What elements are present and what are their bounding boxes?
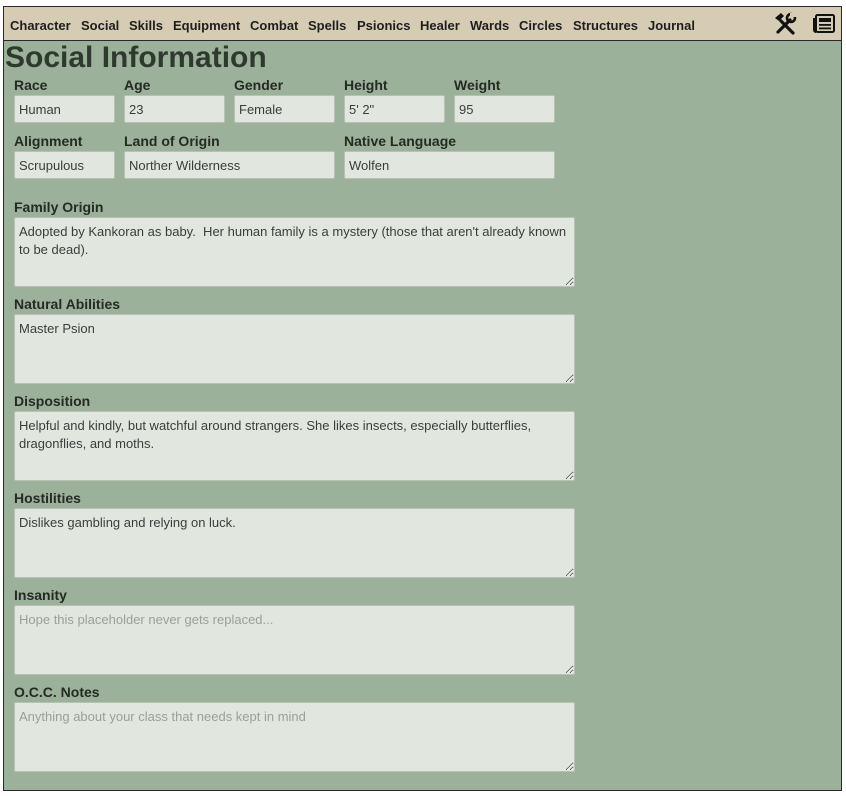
land-of-origin-label: Land of Origin [124,133,220,149]
nav-character[interactable]: Character [10,18,71,33]
native-language-input[interactable] [344,151,555,179]
weight-input[interactable] [454,95,555,123]
natural-abilities-textarea[interactable]: Master Psion [14,314,575,384]
nav-wards[interactable]: Wards [470,18,509,33]
nav-journal[interactable]: Journal [648,18,695,33]
page-title: Social Information [5,41,267,74]
native-language-label: Native Language [344,133,457,149]
nav-spells[interactable]: Spells [308,18,346,33]
occ-notes-label: O.C.C. Notes [14,684,100,700]
race-label: Race [14,77,48,93]
alignment-label: Alignment [14,133,83,149]
app-frame: Character Social Skills Equipment Combat… [3,6,842,791]
newspaper-icon[interactable] [812,12,836,41]
nav-skills[interactable]: Skills [129,18,163,33]
occ-notes-textarea[interactable] [14,702,575,772]
nav-structures[interactable]: Structures [573,18,638,33]
hammer-wrench-icon[interactable] [773,12,797,41]
insanity-textarea[interactable] [14,605,575,675]
disposition-label: Disposition [14,393,91,409]
race-input[interactable] [14,95,115,123]
natural-abilities-label: Natural Abilities [14,296,121,312]
gender-label: Gender [234,77,284,93]
age-input[interactable] [124,95,225,123]
age-label: Age [124,77,151,93]
nav-psionics[interactable]: Psionics [357,18,410,33]
land-of-origin-input[interactable] [124,151,335,179]
hostilities-label: Hostilities [14,490,81,506]
hostilities-textarea[interactable]: Dislikes gambling and relying on luck. [14,508,575,578]
nav-social[interactable]: Social [81,18,119,33]
insanity-label: Insanity [14,587,67,603]
family-origin-label: Family Origin [14,199,104,215]
disposition-textarea[interactable]: Helpful and kindly, but watchful around … [14,411,575,481]
nav-equipment[interactable]: Equipment [173,18,240,33]
weight-label: Weight [454,77,501,93]
gender-input[interactable] [234,95,335,123]
nav-combat[interactable]: Combat [250,18,298,33]
nav-circles[interactable]: Circles [519,18,562,33]
alignment-input[interactable] [14,151,115,179]
nav-healer[interactable]: Healer [420,18,460,33]
height-input[interactable] [344,95,445,123]
family-origin-textarea[interactable]: Adopted by Kankoran as baby. Her human f… [14,217,575,287]
top-navbar: Character Social Skills Equipment Combat… [4,7,841,41]
height-label: Height [344,77,388,93]
